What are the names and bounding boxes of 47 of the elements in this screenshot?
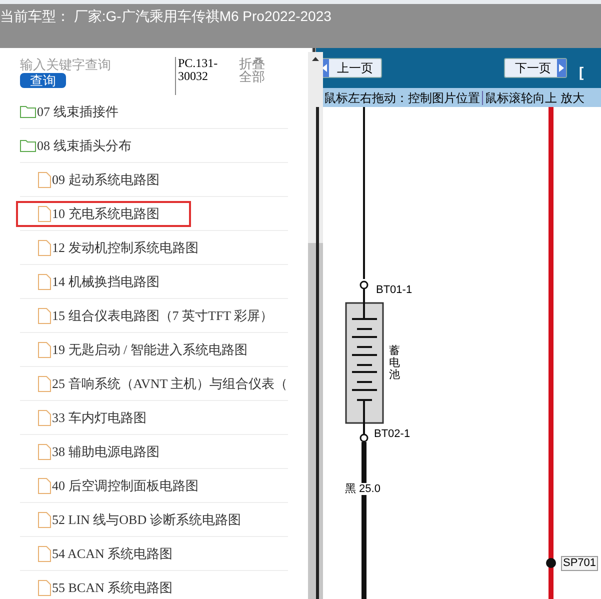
document-icon [38,274,51,290]
document-icon [38,172,51,188]
document-icon [38,546,51,562]
search-button[interactable]: 查询 [20,73,66,88]
document-icon [38,342,51,358]
document-icon [38,478,51,494]
collapse-all-link[interactable]: 折叠全部 [233,57,273,95]
tree-item[interactable]: 15 组合仪表电路图（7 英寸TFT 彩屏） [20,302,274,328]
document-icon [38,410,51,426]
tree-item[interactable]: 19 无匙启动 / 智能进入系统电路图 [20,336,248,362]
bracket-text: [ [579,63,584,82]
pin-label: BT01-1 [376,284,412,296]
tree-item[interactable]: 33 车内灯电路图 [20,404,146,430]
connector-pin [360,434,368,442]
splice-dot [546,558,556,568]
document-code: PC.131-30032 [175,57,233,95]
document-icon [38,206,51,222]
tree-item[interactable]: 25 音响系统（AVNT 主机）与组合仪表（ [20,370,288,396]
folder-icon [20,139,36,152]
document-icon [38,512,51,528]
tree-item[interactable]: 09 起动系统电路图 [20,166,160,192]
tree-item[interactable]: 14 机械换挡电路图 [20,268,160,294]
next-page-button[interactable]: 下一页 [504,58,567,78]
tree-item[interactable]: 08 线束插头分布 [20,132,132,158]
tree-item[interactable]: 38 辅助电源电路图 [20,438,160,464]
document-icon [38,444,51,460]
connector-pin [360,280,368,290]
tree-item[interactable]: 12 发动机控制系统电路图 [20,234,198,260]
pin-label: BT02-1 [374,428,410,440]
tree-item[interactable]: 40 后空调控制面板电路图 [20,472,198,498]
tree-item[interactable]: 07 线束插接件 [20,98,118,124]
document-icon [38,240,51,256]
battery-label: 蓄电池 [389,345,401,381]
tree-item[interactable]: 52 LIN 线与OBD 诊断系统电路图 [20,506,241,532]
tree-item[interactable]: 55 BCAN 系统电路图 [20,574,173,599]
zoom-hint: 鼠标滚轮向上 放大 [485,90,584,106]
tree-item[interactable]: 54 ACAN 系统电路图 [20,540,173,566]
document-icon [38,376,51,392]
vehicle-model-title: 当前车型： 厂家:G-广汽乘用车传祺M6 Pro2022-2023 [0,7,332,26]
search-field[interactable]: 输入关键字查询 [20,57,150,73]
splice-label: SP701 [561,556,598,571]
drag-hint: 鼠标左右拖动：控制图片位置 [324,90,480,106]
wire-label: 黑 25.0 [345,483,380,495]
folder-icon [20,105,36,118]
document-icon [38,308,51,324]
document-icon [38,580,51,596]
tree-item[interactable]: 10 充电系统电路图 [16,200,192,226]
